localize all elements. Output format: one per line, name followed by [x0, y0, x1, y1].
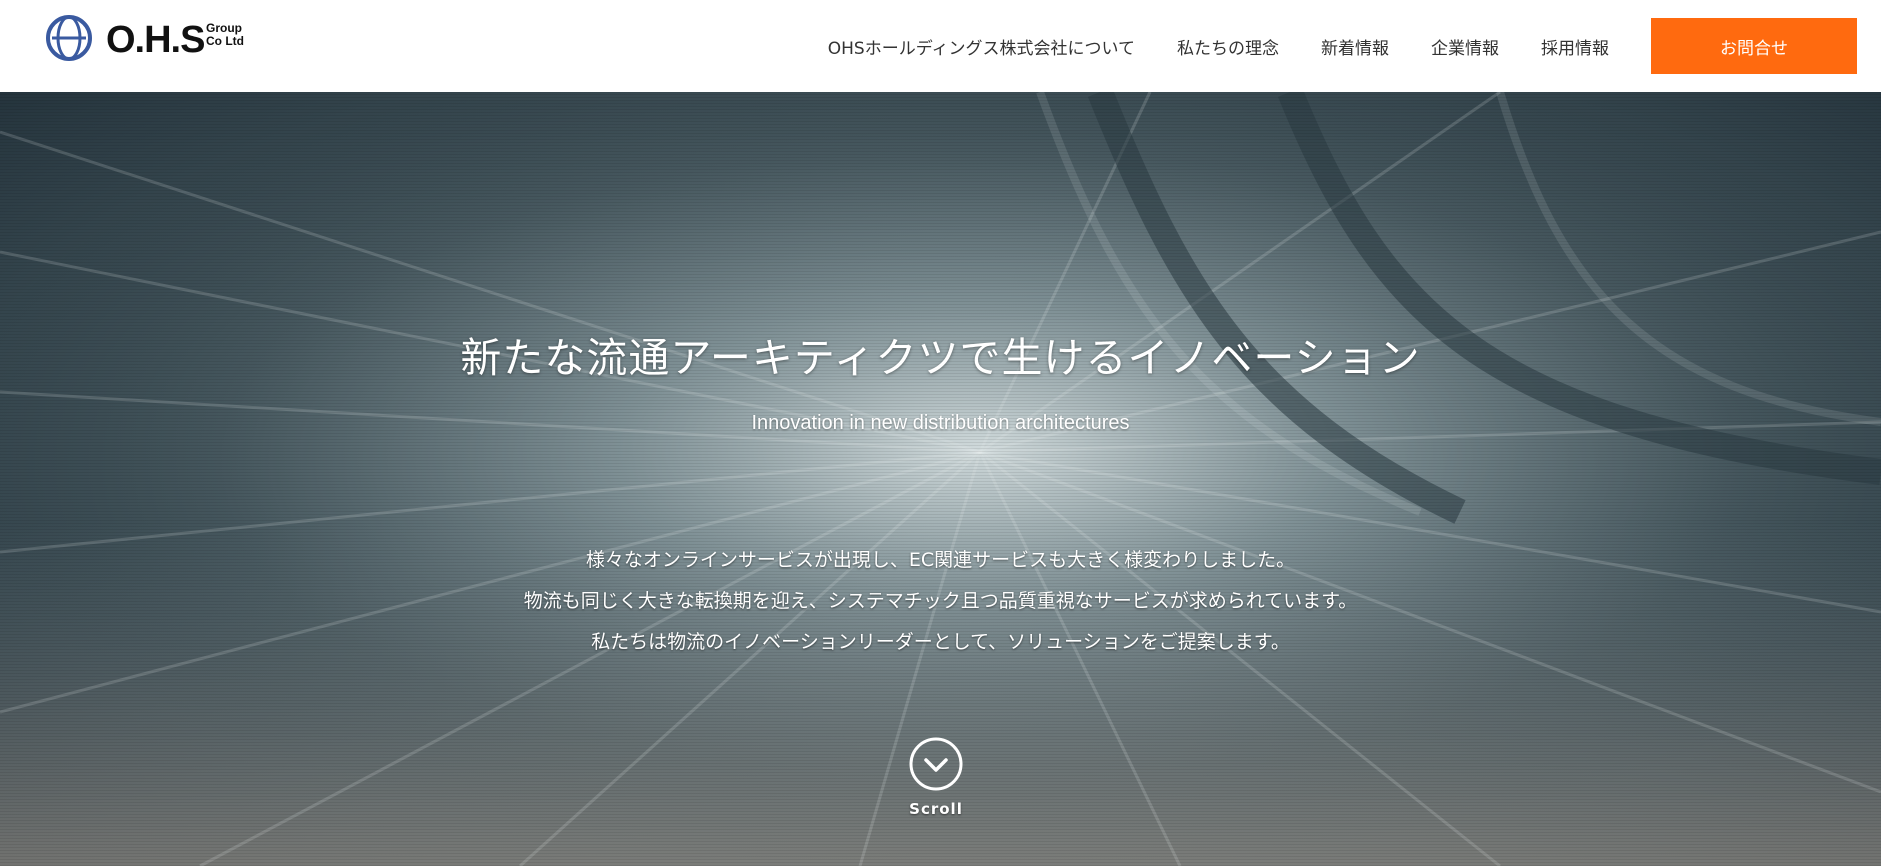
nav-item-company[interactable]: 企業情報 — [1431, 34, 1499, 59]
hero-body-line: 様々なオンラインサービスが出現し、EC関連サービスも大きく様変わりしました。 — [585, 549, 1296, 571]
logo-group-line2: Co Ltd — [206, 34, 244, 48]
nav-item-news[interactable]: 新着情報 — [1321, 34, 1389, 59]
chevron-down-circle-icon — [909, 737, 963, 791]
site-header: O.H.S Group Co Ltd OHSホールディングス株式会社について 私… — [0, 0, 1881, 92]
nav-item-philosophy[interactable]: 私たちの理念 — [1177, 34, 1279, 59]
contact-button[interactable]: お問合せ — [1651, 18, 1857, 74]
nav-item-about[interactable]: OHSホールディングス株式会社について — [828, 34, 1135, 59]
nav-item-recruit[interactable]: 採用情報 — [1541, 34, 1609, 59]
hero-body-text: 様々なオンラインサービスが出現し、EC関連サービスも大きく様変わりしました。 物… — [0, 540, 1881, 663]
main-nav: OHSホールディングス株式会社について 私たちの理念 新着情報 企業情報 採用情… — [828, 0, 1881, 92]
logo-text: O.H.S — [106, 19, 205, 61]
scroll-label: Scroll — [909, 800, 963, 818]
hero-body-line: 私たちは物流のイノベーションリーダーとして、ソリューションをご提案します。 — [591, 631, 1290, 653]
hero-section: 新たな流通アーキティクツで生けるイノベーション Innovation in ne… — [0, 92, 1881, 866]
hero-subtitle: Innovation in new distribution architect… — [751, 412, 1130, 434]
site-logo[interactable]: O.H.S Group Co Ltd — [44, 14, 274, 62]
hero-body-line: 物流も同じく大きな転換期を迎え、システマチック且つ品質重視なサービスが求められて… — [523, 590, 1358, 612]
scroll-down-button[interactable]: Scroll — [906, 736, 966, 818]
logo-group-text: Group Co Ltd — [206, 22, 266, 48]
ohs-logo-mark-icon — [46, 15, 92, 61]
hero-title: 新たな流通アーキティクツで生けるイノベーション — [460, 334, 1421, 382]
